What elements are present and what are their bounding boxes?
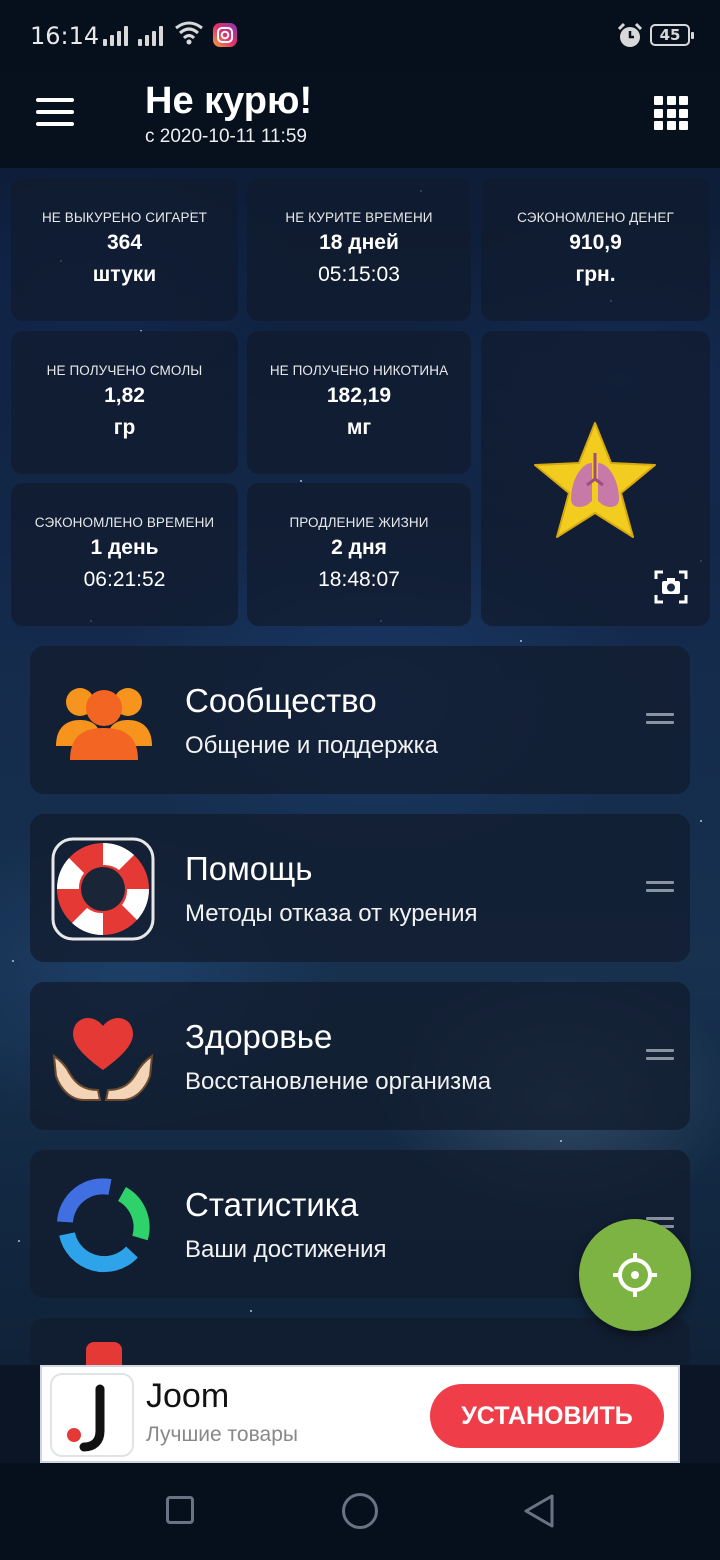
drag-handle-icon[interactable] — [646, 1045, 674, 1067]
wifi-icon — [175, 21, 203, 45]
alarm-icon — [617, 22, 643, 47]
stat-unit: гр — [113, 416, 136, 439]
stat-card-saved-time[interactable]: СЭКОНОМЛЕНО ВРЕМЕНИ 1 день 06:21:52 — [11, 483, 238, 626]
instagram-icon — [213, 23, 237, 47]
stat-value: 1,82 — [104, 384, 145, 407]
ad-banner[interactable]: Joom Лучшие товары УСТАНОВИТЬ — [40, 1365, 680, 1463]
page-title: Не курю! — [145, 80, 313, 122]
stat-card-cigarettes[interactable]: НЕ ВЫКУРЕНО СИГАРЕТ 364 штуки — [11, 178, 238, 321]
menu-item-title: Статистика — [185, 1186, 359, 1223]
stat-label: ПРОДЛЕНИЕ ЖИЗНИ — [289, 515, 429, 530]
battery-icon: 45 — [650, 24, 694, 46]
stat-unit: штуки — [92, 263, 157, 286]
achievement-card[interactable] — [481, 331, 710, 626]
app-bar: Не курю! с 2020-10-11 11:59 — [0, 72, 720, 168]
menu-item-title: Помощь — [185, 850, 313, 887]
stat-unit: 06:21:52 — [83, 568, 166, 591]
status-bar: 16:14 45 — [0, 0, 720, 72]
stat-value: 2 дня — [331, 536, 387, 559]
stat-card-life-extension[interactable]: ПРОДЛЕНИЕ ЖИЗНИ 2 дня 18:48:07 — [247, 483, 471, 626]
menu-item-partial[interactable] — [30, 1318, 690, 1365]
stat-card-tar[interactable]: НЕ ПОЛУЧЕНО СМОЛЫ 1,82 гр — [11, 331, 238, 474]
star-lungs-icon — [534, 422, 656, 538]
camera-icon[interactable] — [654, 570, 688, 604]
stat-value: 18 дней — [319, 231, 399, 254]
stat-card-time[interactable]: НЕ КУРИТЕ ВРЕМЕНИ 18 дней 05:15:03 — [247, 178, 471, 321]
ad-title: Joom — [146, 1377, 230, 1415]
install-button[interactable]: УСТАНОВИТЬ — [430, 1384, 664, 1448]
menu-item-subtitle: Восстановление организма — [185, 1068, 492, 1095]
stat-label: НЕ ПОЛУЧЕНО СМОЛЫ — [46, 363, 203, 378]
menu-item-subtitle: Ваши достижения — [185, 1236, 387, 1263]
stat-value: 364 — [106, 231, 143, 254]
crosshair-fab-button[interactable] — [579, 1219, 691, 1331]
menu-item-title: Здоровье — [185, 1018, 333, 1055]
stat-label: СЭКОНОМЛЕНО ВРЕМЕНИ — [34, 515, 215, 530]
drag-handle-icon[interactable] — [646, 709, 674, 731]
menu-item-help[interactable]: Помощь Методы отказа от курения — [30, 814, 690, 962]
home-circle-icon[interactable] — [342, 1493, 378, 1529]
apps-grid-icon[interactable] — [654, 96, 688, 130]
stat-card-nicotine[interactable]: НЕ ПОЛУЧЕНО НИКОТИНА 182,19 мг — [247, 331, 471, 474]
status-time: 16:14 — [30, 22, 100, 50]
recents-square-icon[interactable] — [166, 1496, 194, 1524]
signal-icon — [138, 24, 163, 46]
people-icon — [56, 688, 152, 760]
lifebuoy-icon — [51, 837, 155, 941]
stat-unit: 18:48:07 — [318, 568, 400, 591]
stat-value: 182,19 — [326, 384, 392, 407]
system-nav-bar — [0, 1463, 720, 1560]
partial-icon — [86, 1342, 122, 1365]
heart-hands-icon — [52, 1017, 154, 1101]
menu-item-subtitle: Методы отказа от курения — [185, 900, 478, 927]
stat-label: НЕ ВЫКУРЕНО СИГАРЕТ — [41, 210, 208, 225]
back-triangle-icon[interactable] — [522, 1493, 556, 1529]
stat-value: 1 день — [90, 536, 159, 559]
stat-label: НЕ КУРИТЕ ВРЕМЕНИ — [285, 210, 433, 225]
menu-item-health[interactable]: Здоровье Восстановление организма — [30, 982, 690, 1130]
drag-handle-icon[interactable] — [646, 877, 674, 899]
menu-item-title: Сообщество — [185, 682, 377, 719]
signal-icon — [103, 24, 128, 46]
stat-card-money[interactable]: СЭКОНОМЛЕНО ДЕНЕГ 910,9 грн. — [481, 178, 710, 321]
stat-value: 910,9 — [569, 231, 622, 254]
hamburger-menu-icon[interactable] — [36, 98, 76, 128]
stat-unit: мг — [346, 416, 372, 439]
joom-logo-icon — [50, 1373, 134, 1457]
menu-item-subtitle: Общение и поддержка — [185, 732, 438, 759]
stat-unit: 05:15:03 — [318, 263, 400, 286]
stat-unit: грн. — [575, 263, 616, 286]
stat-label: НЕ ПОЛУЧЕНО НИКОТИНА — [269, 363, 449, 378]
crosshair-icon — [613, 1253, 657, 1297]
stat-label: СЭКОНОМЛЕНО ДЕНЕГ — [517, 210, 674, 225]
statistics-ring-icon — [57, 1178, 150, 1273]
page-subtitle: с 2020-10-11 11:59 — [145, 126, 307, 147]
ad-subtitle: Лучшие товары — [146, 1423, 298, 1446]
menu-item-community[interactable]: Сообщество Общение и поддержка — [30, 646, 690, 794]
